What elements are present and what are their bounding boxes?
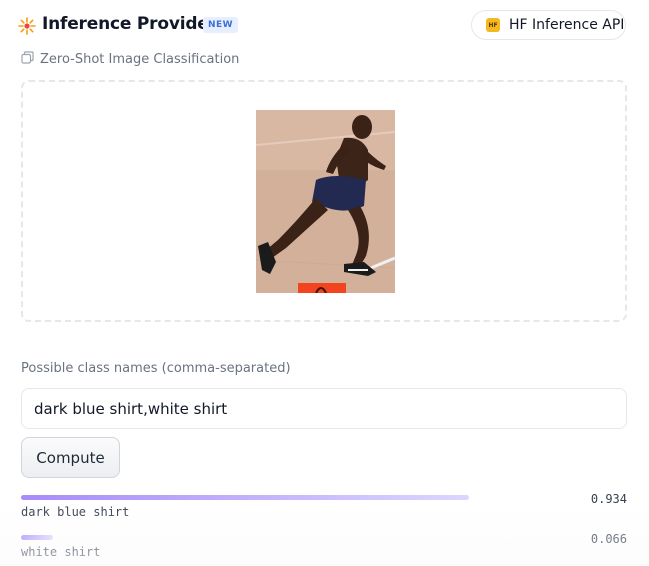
image-dropzone[interactable]	[21, 80, 627, 322]
widget-title: Inference Providers	[42, 14, 227, 34]
result-score: 0.934	[590, 492, 627, 506]
compute-button[interactable]: Compute	[21, 437, 120, 478]
hf-logo-icon: HF	[486, 18, 500, 32]
class-names-input[interactable]	[21, 388, 627, 429]
task-type: Zero-Shot Image Classification	[21, 50, 239, 68]
score-bar	[21, 535, 53, 540]
sparkle-icon	[18, 17, 36, 35]
class-names-label: Possible class names (comma-separated)	[21, 361, 291, 376]
score-bar	[21, 495, 469, 500]
result-row: white shirt 0.066	[21, 532, 627, 566]
task-label: Zero-Shot Image Classification	[40, 51, 240, 67]
provider-label: HF Inference API	[509, 17, 625, 33]
provider-selector-button[interactable]: HF HF Inference API	[471, 10, 626, 40]
new-badge: NEW	[203, 17, 239, 33]
widget-header: Inference Providers NEW HF HF Inference …	[0, 0, 649, 50]
uploaded-image	[256, 110, 395, 293]
result-label: dark blue shirt	[21, 505, 130, 519]
image-copy-icon	[21, 50, 34, 68]
result-label: white shirt	[21, 545, 101, 559]
result-row: dark blue shirt 0.934	[21, 492, 627, 535]
result-score: 0.066	[590, 532, 627, 546]
